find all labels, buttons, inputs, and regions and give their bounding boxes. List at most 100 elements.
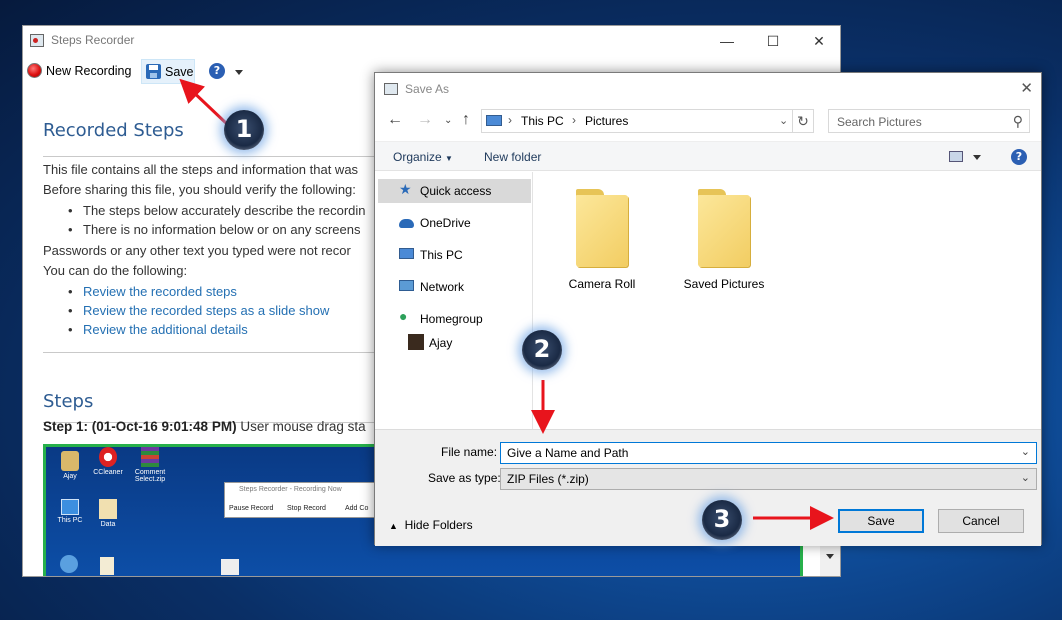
view-icon[interactable] xyxy=(949,151,963,162)
steps-recorder-icon xyxy=(30,34,44,47)
add-comment-label: Add Co xyxy=(345,505,369,512)
user-avatar-icon xyxy=(408,334,424,350)
step-1-label: Step 1: (01-Oct-16 9:01:48 PM) xyxy=(43,419,237,434)
folder-icon xyxy=(698,189,750,267)
bullet-2: There is no information below or on any … xyxy=(68,222,361,237)
save-as-dialog: Save As ✕ ← → ⌄ ↑ › This PC › Pictures ⌄… xyxy=(374,72,1042,546)
folder-saved-pictures[interactable]: Saved Pictures xyxy=(664,189,784,291)
new-folder-button[interactable]: New folder xyxy=(484,150,541,164)
close-button[interactable]: ✕ xyxy=(796,29,840,53)
save-button[interactable]: Save xyxy=(838,509,924,533)
link-slide-show[interactable]: Review the recorded steps as a slide sho… xyxy=(68,303,329,318)
user-folder-icon xyxy=(61,451,79,471)
computer-icon xyxy=(61,499,79,515)
nav-item-onedrive[interactable]: OneDrive xyxy=(375,211,531,235)
forward-arrow-icon[interactable]: → xyxy=(417,111,433,129)
floppy-disk-icon xyxy=(146,64,161,79)
network-icon xyxy=(399,280,414,291)
step-badge-1: 1 xyxy=(224,110,264,150)
file-name-label: File name: xyxy=(441,445,498,459)
save-as-type-value: ZIP Files (*.zip) xyxy=(507,472,589,486)
cancel-button[interactable]: Cancel xyxy=(938,509,1024,533)
ccleaner-icon xyxy=(99,447,117,467)
nav-item-ajay[interactable]: Ajay xyxy=(375,331,531,355)
address-bar[interactable]: › This PC › Pictures ⌄ ↻ xyxy=(481,109,814,133)
save-as-type-select[interactable]: ZIP Files (*.zip) ⌄ xyxy=(500,468,1037,490)
chevron-right-icon: › xyxy=(508,113,512,127)
document-icon xyxy=(221,559,239,575)
file-name-value: Give a Name and Path xyxy=(507,446,629,460)
nav-item-quick-access[interactable]: ★ Quick access xyxy=(378,179,531,203)
link-review-steps[interactable]: Review the recorded steps xyxy=(68,284,237,299)
intro-text-3: Passwords or any other text you typed we… xyxy=(43,243,351,258)
file-name-field[interactable]: Give a Name and Path ⌄ xyxy=(500,442,1037,464)
scrollbar[interactable] xyxy=(820,546,840,576)
window-title: Steps Recorder xyxy=(51,33,135,47)
link-additional-details[interactable]: Review the additional details xyxy=(68,322,248,337)
save-as-icon xyxy=(384,83,398,95)
save-button[interactable]: Save xyxy=(141,59,195,84)
record-icon xyxy=(27,63,42,78)
chevron-up-icon: ▲ xyxy=(389,521,398,531)
organize-menu[interactable]: Organize ▼ xyxy=(393,150,453,164)
desktop-icon-ccleaner: CCleaner xyxy=(84,447,132,476)
cloud-icon xyxy=(399,219,414,228)
desktop-icon-zip: Comment Select.zip xyxy=(126,447,174,483)
bullet-1: The steps below accurately describe the … xyxy=(68,203,366,218)
star-icon: ★ xyxy=(399,181,412,197)
scroll-down-icon[interactable] xyxy=(826,554,834,559)
folder-icon xyxy=(576,189,628,267)
computer-icon xyxy=(399,248,414,259)
up-arrow-icon[interactable]: ↑ xyxy=(462,111,470,129)
document-icon xyxy=(100,557,114,575)
chevron-down-icon[interactable]: ⌄ xyxy=(1021,445,1030,458)
intro-text-2: Before sharing this file, you should ver… xyxy=(43,182,356,197)
breadcrumb-pictures[interactable]: Pictures xyxy=(585,114,628,128)
nav-item-this-pc[interactable]: This PC xyxy=(375,243,531,267)
minimize-button[interactable]: — xyxy=(704,29,750,53)
chevron-down-icon[interactable] xyxy=(235,70,243,75)
dialog-title: Save As xyxy=(405,82,450,96)
save-as-type-label: Save as type: xyxy=(428,471,501,485)
steps-heading: Steps xyxy=(43,391,94,412)
intro-text-1: This file contains all the steps and inf… xyxy=(43,162,359,177)
document-icon xyxy=(99,499,117,519)
help-icon[interactable]: ? xyxy=(209,63,225,79)
step-1-text: User mouse drag sta xyxy=(240,419,366,434)
step-badge-2: 2 xyxy=(522,330,562,370)
maximize-button[interactable]: ☐ xyxy=(750,29,796,53)
step-1-line: Step 1: (01-Oct-16 9:01:48 PM) User mous… xyxy=(43,419,366,434)
nav-item-homegroup[interactable]: ● Homegroup xyxy=(375,307,531,331)
close-icon[interactable]: ✕ xyxy=(1020,79,1033,97)
this-pc-icon xyxy=(486,115,502,126)
search-input[interactable]: Search Pictures ⚲ xyxy=(828,109,1030,133)
chevron-down-icon[interactable] xyxy=(973,155,981,160)
hide-folders-toggle[interactable]: ▲ Hide Folders xyxy=(389,518,473,532)
back-arrow-icon[interactable]: ← xyxy=(387,111,403,129)
chevron-down-icon[interactable]: ⌄ xyxy=(1021,471,1030,484)
search-placeholder: Search Pictures xyxy=(837,115,922,129)
new-recording-label: New Recording xyxy=(46,64,132,78)
title-bar: Steps Recorder — ☐ ✕ xyxy=(23,26,840,56)
search-icon: ⚲ xyxy=(1012,113,1023,129)
folder-camera-roll[interactable]: Camera Roll xyxy=(542,189,662,291)
homegroup-icon: ● xyxy=(399,308,408,324)
breadcrumb-this-pc[interactable]: This PC xyxy=(521,114,564,128)
step-badge-3: 3 xyxy=(702,500,742,540)
chevron-right-icon: › xyxy=(572,113,576,127)
recording-mini-window: Steps Recorder - Recording Now Pause Rec… xyxy=(224,482,384,518)
recorded-steps-heading: Recorded Steps xyxy=(43,120,184,141)
intro-text-4: You can do the following: xyxy=(43,263,188,278)
refresh-icon[interactable]: ↻ xyxy=(792,109,814,133)
navigation-pane: ★ Quick access OneDrive This PC Network … xyxy=(375,172,533,429)
desktop-icon-data: Data xyxy=(84,499,132,528)
archive-icon xyxy=(141,447,159,467)
help-icon[interactable]: ? xyxy=(1011,149,1027,165)
save-label: Save xyxy=(165,65,194,79)
nav-item-network[interactable]: Network xyxy=(375,275,531,299)
command-bar: Organize ▼ New folder ? xyxy=(375,141,1041,171)
stop-record-label: Stop Record xyxy=(287,505,326,512)
chevron-down-icon[interactable]: ⌄ xyxy=(779,114,788,127)
pause-record-label: Pause Record xyxy=(229,505,274,512)
recent-locations-icon[interactable]: ⌄ xyxy=(444,115,452,126)
